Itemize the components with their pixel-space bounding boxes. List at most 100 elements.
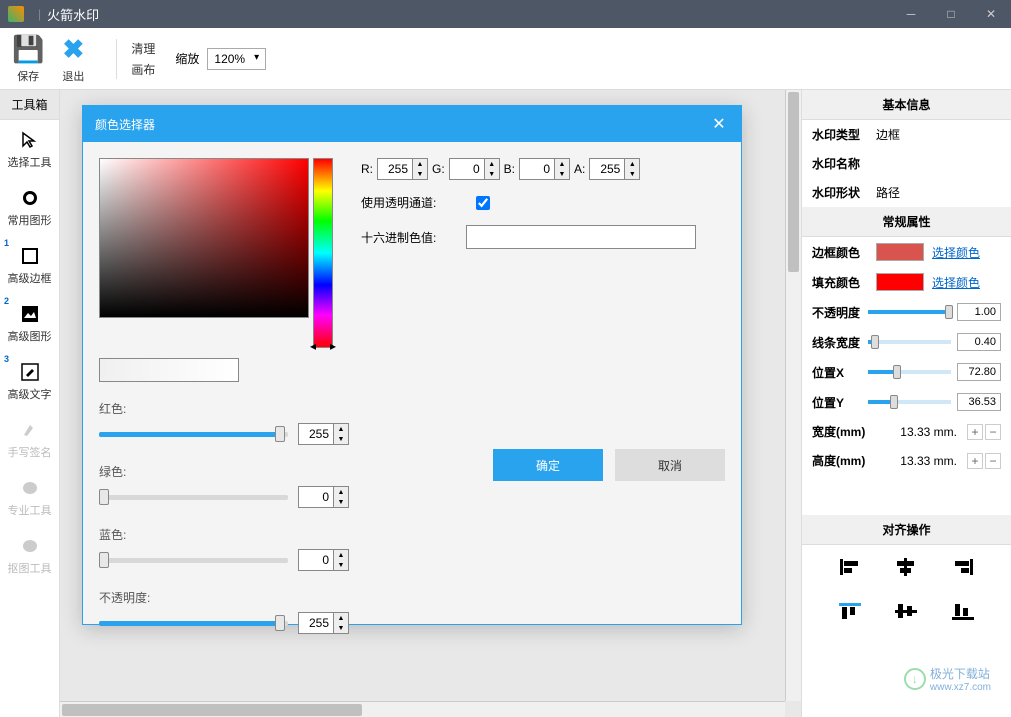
scrollbar-vertical[interactable] bbox=[785, 90, 801, 701]
width-plus[interactable]: + bbox=[967, 424, 983, 440]
green-slider[interactable] bbox=[99, 495, 288, 500]
red-label: 红色: bbox=[99, 400, 349, 417]
select-tool[interactable]: 选择工具 bbox=[0, 120, 59, 178]
posy-label: 位置Y bbox=[812, 394, 862, 411]
watermark-name-label: 水印名称 bbox=[812, 155, 868, 172]
fill-color-label: 填充颜色 bbox=[812, 274, 868, 291]
dialog-close-button[interactable]: ✕ bbox=[709, 114, 729, 134]
zoom-label: 缩放 bbox=[175, 50, 199, 67]
a-input[interactable] bbox=[589, 158, 625, 180]
red-down[interactable]: ▼ bbox=[334, 434, 348, 444]
posy-slider[interactable] bbox=[868, 400, 951, 404]
blue-slider[interactable] bbox=[99, 558, 288, 563]
alpha-channel-checkbox[interactable] bbox=[476, 196, 490, 210]
align-center-button[interactable] bbox=[894, 557, 918, 577]
height-minus[interactable]: − bbox=[985, 453, 1001, 469]
line-width-label: 线条宽度 bbox=[812, 334, 862, 351]
align-left-button[interactable] bbox=[838, 557, 862, 577]
border-color-label: 边框颜色 bbox=[812, 244, 868, 261]
border-color-swatch[interactable] bbox=[876, 243, 924, 261]
watermark-type-value: 边框 bbox=[876, 126, 1001, 143]
width-label: 宽度(mm) bbox=[812, 423, 872, 440]
green-up[interactable]: ▲ bbox=[334, 487, 348, 497]
posx-input[interactable] bbox=[957, 363, 1001, 381]
dialog-header[interactable]: 颜色选择器 ✕ bbox=[83, 106, 741, 142]
align-bottom-button[interactable] bbox=[951, 601, 975, 621]
width-value: 13.33 mm. bbox=[878, 425, 961, 439]
align-middle-button[interactable] bbox=[894, 601, 918, 621]
hue-slider[interactable]: ◂▸ bbox=[313, 158, 333, 348]
minimize-button[interactable]: ─ bbox=[891, 0, 931, 28]
r-label: R: bbox=[361, 162, 373, 176]
alpha-down[interactable]: ▼ bbox=[334, 623, 348, 633]
basic-info-title: 基本信息 bbox=[802, 90, 1011, 120]
color-gradient-picker[interactable] bbox=[99, 158, 309, 318]
advanced-text-tool[interactable]: 3 高级文字 bbox=[0, 352, 59, 410]
posy-input[interactable] bbox=[957, 393, 1001, 411]
green-down[interactable]: ▼ bbox=[334, 497, 348, 507]
fill-color-swatch[interactable] bbox=[876, 273, 924, 291]
zoom-select[interactable]: 120% bbox=[207, 48, 266, 70]
height-label: 高度(mm) bbox=[812, 452, 872, 469]
exit-label: 退出 bbox=[62, 68, 84, 84]
maximize-button[interactable]: □ bbox=[931, 0, 971, 28]
red-up[interactable]: ▲ bbox=[334, 424, 348, 434]
toolbox-title: 工具箱 bbox=[0, 90, 59, 120]
signature-icon bbox=[21, 418, 39, 442]
watermark-shape-value: 路径 bbox=[876, 184, 1001, 201]
ok-button[interactable]: 确定 bbox=[493, 449, 603, 481]
hex-input[interactable] bbox=[466, 225, 696, 249]
clear-canvas-line2[interactable]: 画布 bbox=[131, 61, 155, 78]
blue-label: 蓝色: bbox=[99, 526, 349, 543]
save-icon: 💾 bbox=[12, 34, 44, 66]
line-width-slider[interactable] bbox=[868, 340, 951, 344]
exit-button[interactable]: ✖ 退出 bbox=[62, 34, 84, 84]
alpha-up[interactable]: ▲ bbox=[334, 613, 348, 623]
edit-icon bbox=[21, 360, 39, 384]
alpha-slider[interactable] bbox=[99, 621, 288, 626]
blue-input[interactable] bbox=[298, 549, 334, 571]
width-minus[interactable]: − bbox=[985, 424, 1001, 440]
alpha-input[interactable] bbox=[298, 612, 334, 634]
common-shapes-tool[interactable]: 常用图形 bbox=[0, 178, 59, 236]
blue-down[interactable]: ▼ bbox=[334, 560, 348, 570]
r-input[interactable] bbox=[377, 158, 413, 180]
height-plus[interactable]: + bbox=[967, 453, 983, 469]
advanced-border-tool[interactable]: 1 高级边框 bbox=[0, 236, 59, 294]
opacity-slider[interactable] bbox=[868, 310, 951, 314]
opacity-input[interactable] bbox=[957, 303, 1001, 321]
red-slider[interactable] bbox=[99, 432, 288, 437]
site-text: 极光下载站 bbox=[930, 665, 991, 682]
site-watermark: ↓ 极光下载站 www.xz7.com bbox=[904, 665, 991, 693]
red-input[interactable] bbox=[298, 423, 334, 445]
green-input[interactable] bbox=[298, 486, 334, 508]
line-width-input[interactable] bbox=[957, 333, 1001, 351]
pro-tool[interactable]: 专业工具 bbox=[0, 468, 59, 526]
b-label: B: bbox=[504, 162, 515, 176]
border-color-choose-link[interactable]: 选择颜色 bbox=[932, 244, 980, 261]
image-icon bbox=[21, 302, 39, 326]
scrollbar-horizontal[interactable] bbox=[60, 701, 785, 717]
titlebar-separator: | bbox=[38, 7, 41, 21]
g-input[interactable] bbox=[449, 158, 485, 180]
border-icon bbox=[21, 244, 39, 268]
a-label: A: bbox=[574, 162, 585, 176]
b-input[interactable] bbox=[519, 158, 555, 180]
signature-tool[interactable]: 手写签名 bbox=[0, 410, 59, 468]
align-right-button[interactable] bbox=[951, 557, 975, 577]
clear-canvas-line1[interactable]: 清理 bbox=[131, 40, 155, 57]
advanced-shapes-tool[interactable]: 2 高级图形 bbox=[0, 294, 59, 352]
posx-slider[interactable] bbox=[868, 370, 951, 374]
posx-label: 位置X bbox=[812, 364, 862, 381]
fill-color-choose-link[interactable]: 选择颜色 bbox=[932, 274, 980, 291]
toolbar: 💾 保存 ✖ 退出 清理 画布 缩放 120% bbox=[0, 28, 1011, 90]
g-label: G: bbox=[432, 162, 445, 176]
blue-up[interactable]: ▲ bbox=[334, 550, 348, 560]
close-button[interactable]: ✕ bbox=[971, 0, 1011, 28]
cutout-tool[interactable]: 抠图工具 bbox=[0, 526, 59, 584]
align-top-button[interactable] bbox=[838, 601, 862, 621]
save-button[interactable]: 💾 保存 bbox=[12, 34, 44, 84]
cancel-button[interactable]: 取消 bbox=[615, 449, 725, 481]
left-toolbox: 工具箱 选择工具 常用图形 1 高级边框 2 高级图形 3 高级文字 手写签名 bbox=[0, 90, 60, 717]
palette2-icon bbox=[21, 534, 39, 558]
